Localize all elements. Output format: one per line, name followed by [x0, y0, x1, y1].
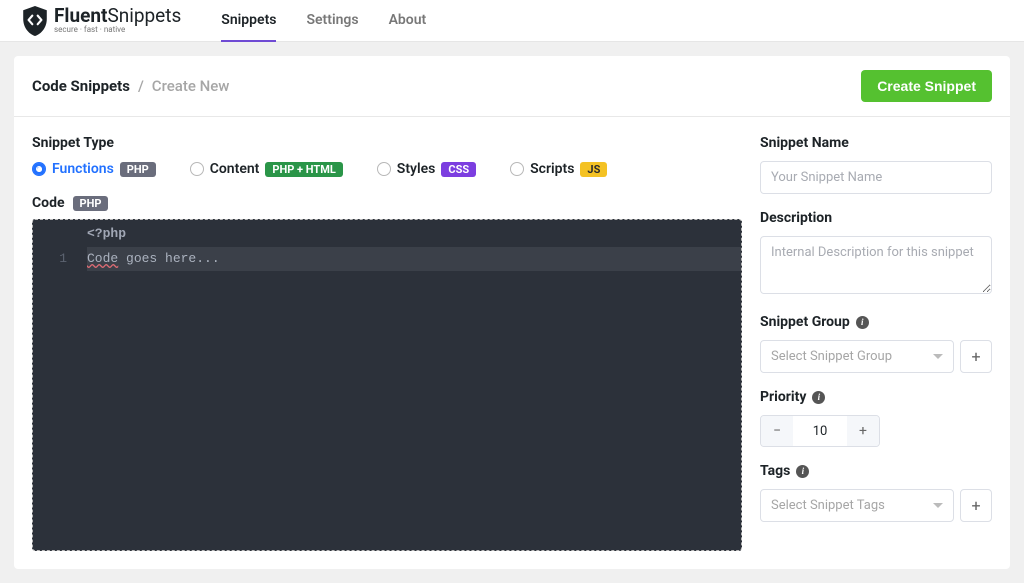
info-icon[interactable]: i	[796, 465, 809, 478]
description-input[interactable]	[760, 236, 992, 294]
card-body: Snippet Type Functions PHP Content PHP +…	[14, 117, 1010, 569]
type-label: Content	[210, 161, 260, 177]
app-header: FluentSnippets secure · fast · native Sn…	[0, 0, 1024, 42]
tags-select[interactable]: Select Snippet Tags	[760, 489, 954, 522]
tags-label: Tags i	[760, 463, 992, 479]
snippet-name-input[interactable]	[760, 161, 992, 194]
breadcrumb: Code Snippets / Create New	[32, 77, 229, 95]
group-label-text: Snippet Group	[760, 314, 850, 330]
code-rest: goes here...	[118, 251, 219, 266]
code-underline: Code	[87, 251, 118, 266]
group-group: Snippet Group i Select Snippet Group +	[760, 314, 992, 373]
radio-icon	[32, 162, 46, 176]
code-heading-row: Code PHP	[32, 195, 742, 211]
tags-group: Tags i Select Snippet Tags +	[760, 463, 992, 522]
create-snippet-button[interactable]: Create Snippet	[861, 70, 992, 102]
group-label: Snippet Group i	[760, 314, 992, 330]
priority-stepper: − 10 +	[760, 415, 880, 447]
line-number: 1	[33, 251, 77, 266]
add-group-button[interactable]: +	[960, 340, 992, 373]
type-option-functions[interactable]: Functions PHP	[32, 161, 156, 177]
tab-snippets[interactable]: Snippets	[221, 0, 276, 42]
priority-plus-button[interactable]: +	[847, 416, 879, 446]
badge-css: CSS	[441, 162, 476, 177]
description-label: Description	[760, 210, 992, 226]
tags-placeholder: Select Snippet Tags	[771, 498, 885, 513]
snippet-name-label: Snippet Name	[760, 135, 992, 151]
type-option-styles[interactable]: Styles CSS	[377, 161, 476, 177]
badge-js: JS	[580, 162, 607, 177]
info-icon[interactable]: i	[856, 316, 869, 329]
brand-logo: FluentSnippets secure · fast · native	[22, 6, 181, 36]
chevron-down-icon	[933, 503, 943, 508]
radio-icon	[190, 162, 204, 176]
php-open-tag: <?php	[77, 226, 126, 241]
badge-php-html: PHP + HTML	[265, 162, 342, 177]
chevron-down-icon	[933, 354, 943, 359]
radio-icon	[510, 162, 524, 176]
main-column: Snippet Type Functions PHP Content PHP +…	[32, 135, 742, 551]
tags-label-text: Tags	[760, 463, 790, 479]
breadcrumb-current: Create New	[152, 77, 230, 95]
snippet-name-group: Snippet Name	[760, 135, 992, 194]
description-group: Description	[760, 210, 992, 298]
editor-placeholder: Code goes here...	[77, 251, 220, 266]
badge-php: PHP	[120, 162, 156, 177]
type-label: Scripts	[530, 161, 574, 177]
breadcrumb-sep: /	[138, 77, 144, 95]
snippet-type-heading: Snippet Type	[32, 135, 742, 151]
breadcrumb-root[interactable]: Code Snippets	[32, 77, 130, 95]
tab-label: Snippets	[221, 12, 276, 28]
priority-minus-button[interactable]: −	[761, 416, 793, 446]
priority-label-text: Priority	[760, 389, 806, 405]
type-option-scripts[interactable]: Scripts JS	[510, 161, 607, 177]
nav-tabs: Snippets Settings About	[221, 0, 426, 42]
editor-open-tag-line: <?php	[33, 220, 741, 247]
tab-about[interactable]: About	[389, 0, 427, 42]
main-card: Code Snippets / Create New Create Snippe…	[14, 56, 1010, 569]
priority-group: Priority i − 10 +	[760, 389, 992, 447]
code-editor[interactable]: <?php 1 Code goes here...	[32, 219, 742, 551]
editor-active-line: 1 Code goes here...	[33, 247, 741, 270]
type-option-content[interactable]: Content PHP + HTML	[190, 161, 343, 177]
type-label: Functions	[52, 161, 114, 177]
badge-php: PHP	[73, 196, 109, 211]
brand-name: FluentSnippets	[54, 7, 181, 24]
group-select[interactable]: Select Snippet Group	[760, 340, 954, 373]
snippet-type-selector: Functions PHP Content PHP + HTML Styles …	[32, 161, 742, 177]
tab-settings[interactable]: Settings	[306, 0, 358, 42]
add-tag-button[interactable]: +	[960, 489, 992, 522]
code-heading: Code	[32, 195, 65, 211]
priority-value[interactable]: 10	[793, 416, 847, 446]
radio-icon	[377, 162, 391, 176]
tab-label: Settings	[306, 12, 358, 28]
info-icon[interactable]: i	[812, 391, 825, 404]
card-header: Code Snippets / Create New Create Snippe…	[14, 56, 1010, 117]
sidebar-column: Snippet Name Description Snippet Group i…	[760, 135, 992, 551]
type-label: Styles	[397, 161, 436, 177]
tab-label: About	[389, 12, 427, 28]
shield-code-icon	[22, 6, 48, 36]
group-placeholder: Select Snippet Group	[771, 349, 892, 364]
priority-label: Priority i	[760, 389, 992, 405]
